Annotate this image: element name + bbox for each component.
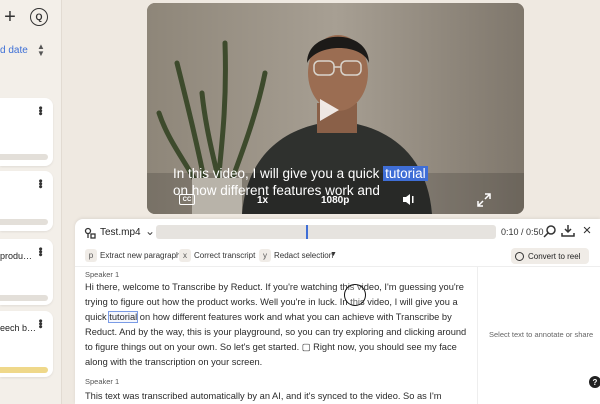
progress-bar: [0, 219, 48, 225]
close-icon[interactable]: ×: [580, 222, 594, 239]
shortcut-key: x: [179, 249, 191, 262]
project-card[interactable]: eech b… •••: [0, 311, 53, 377]
extract-paragraph-button[interactable]: Extract new paragraph: [100, 251, 181, 260]
transcript-toolbar: p Extract new paragraph x Correct transc…: [75, 245, 600, 267]
caption-line-1: In this video, I will give you a quick t…: [173, 166, 428, 181]
speaker-label[interactable]: Speaker 1: [85, 270, 119, 279]
caption-highlight: tutorial: [383, 166, 428, 181]
project-card[interactable]: •••: [0, 98, 53, 166]
speaker-label[interactable]: Speaker 1: [85, 377, 119, 386]
search-icon[interactable]: [543, 224, 557, 238]
volume-icon[interactable]: [402, 193, 416, 206]
sort-label[interactable]: d date: [0, 45, 28, 56]
shortcut-key: p: [85, 249, 97, 262]
progress-bar: [0, 295, 48, 301]
download-icon[interactable]: [561, 224, 575, 238]
progress-bar: [0, 154, 48, 160]
progress-bar: [0, 367, 48, 373]
speed-button[interactable]: 1x: [257, 195, 268, 206]
chevron-down-icon[interactable]: ⌄: [145, 224, 155, 238]
video-player[interactable]: In this video, I will give you a quick t…: [147, 3, 524, 214]
more-options-icon[interactable]: •••: [34, 179, 46, 188]
project-card[interactable]: •••: [0, 171, 53, 231]
project-sidebar: + Q d date ▲ ▼ ••• ••• produ… ••• eech b……: [0, 0, 62, 404]
more-options-icon[interactable]: •••: [34, 319, 46, 328]
file-name[interactable]: Test.mp4: [100, 227, 141, 238]
search-chat-icon[interactable]: Q: [30, 8, 48, 26]
play-icon[interactable]: [315, 97, 341, 123]
correct-transcript-button[interactable]: Correct transcript: [194, 251, 255, 260]
transcript-editor: Test.mp4 ⌄ 0:10 / 0:50 × p Extract new p…: [75, 219, 600, 404]
annotation-panel: Select text to annotate or share: [477, 267, 600, 404]
chevron-down-icon[interactable]: ▼: [330, 251, 337, 258]
reel-icon: [515, 251, 524, 261]
playhead[interactable]: [306, 225, 308, 239]
cc-icon[interactable]: CC: [179, 194, 195, 205]
help-icon[interactable]: ?: [589, 376, 600, 388]
quality-button[interactable]: 1080p: [321, 195, 349, 206]
more-options-icon[interactable]: •••: [34, 106, 46, 115]
annotation-hint: Select text to annotate or share: [489, 330, 594, 339]
transcript-paragraph[interactable]: This text was transcribed automatically …: [85, 389, 475, 404]
file-settings-icon[interactable]: [84, 226, 96, 239]
convert-to-reel-button[interactable]: Convert to reel: [511, 248, 589, 264]
timecode: 0:10 / 0:50: [501, 227, 544, 237]
sort-arrows-icon[interactable]: ▲ ▼: [37, 43, 45, 58]
sidebar-toolbar: + Q: [0, 0, 62, 36]
transcript-body[interactable]: Speaker 1 Hi there, welcome to Transcrib…: [75, 267, 477, 404]
mouse-cursor: [344, 284, 366, 306]
convert-to-reel-label: Convert to reel: [528, 251, 581, 261]
redact-selection-button[interactable]: Redact selection: [274, 251, 333, 260]
text-selection: tutorial: [108, 311, 139, 323]
more-options-icon[interactable]: •••: [34, 247, 46, 256]
plus-icon[interactable]: +: [0, 6, 20, 28]
transcript-paragraph[interactable]: Hi there, welcome to Transcribe by Reduc…: [85, 280, 475, 370]
editor-header: Test.mp4 ⌄ 0:10 / 0:50 ×: [75, 219, 600, 245]
fullscreen-icon[interactable]: [477, 193, 491, 207]
shortcut-key: y: [259, 249, 271, 262]
timeline-scrubber[interactable]: [156, 225, 496, 239]
project-card[interactable]: produ… •••: [0, 239, 53, 305]
